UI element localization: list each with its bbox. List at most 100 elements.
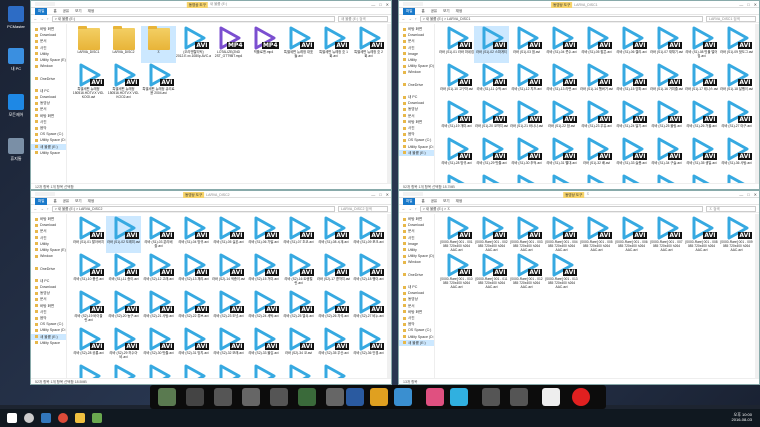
file-item[interactable]: AVI 라바 (S2)-35 우산.avi [316,327,351,364]
file-item[interactable]: AVI 라바 (S1)-26 거울.avi [684,100,719,137]
file-item[interactable]: AVI 라바 (S2)-13 체리.avi [176,253,211,290]
file-item[interactable]: AVI 라바 (S1)-21 바나나.avi [509,100,544,137]
dock-app-c-icon[interactable] [242,388,260,406]
file-item[interactable]: AVI 라바 (S1)-10 풍선.avi [71,253,106,290]
file-item[interactable]: AVI 라바 (S1)-28 방귀.avi [439,137,474,174]
file-item[interactable]: LARVA_DISC2 [106,26,141,63]
file-item[interactable]: AVI 라바 (S1)-03 분리배출.avi [141,216,176,253]
file-item[interactable]: AVI라바 (S1)-45 물.avi [719,174,754,183]
quick-access-toolbar[interactable] [35,2,55,6]
file-item[interactable]: AVI 라바 (S1)-06 가발.avi [246,216,281,253]
file-item[interactable]: AVI 라바 (S1)-29 밧줄.avi [474,137,509,174]
menu-item-0[interactable]: 파일 [403,7,416,15]
address-input[interactable]: > 새 볼륨 (E:) > LARVA_DISC1 [419,15,703,22]
file-item[interactable]: AVI라바 (S1)-42 칫솔.avi [614,174,649,183]
menu-item-0[interactable]: 파일 [35,197,48,205]
quick-access-toolbar[interactable] [35,192,55,196]
file-item[interactable]: AVI 라바 (S1)-07 초코.avi [281,216,316,253]
menu-item-4[interactable]: 재생 [456,199,462,204]
dock-app-f-icon[interactable] [326,388,344,406]
taskbar-edge-icon[interactable] [41,413,51,423]
nav-item[interactable]: Utility Space (D:) [31,137,66,143]
file-item[interactable]: AVI 라바 (S1)-18 달팽이.avi [719,63,754,100]
nav-item[interactable]: Utility Space [31,150,66,156]
file-item[interactable]: AVI [0000-Rare] 001 - 010 085 720x400 h26… [439,253,474,290]
dock-app-h-icon[interactable] [510,388,528,406]
menu-item-2[interactable]: 공유 [63,9,69,14]
taskbar-clock[interactable]: 오후 10:00 2016-08-03 [732,412,752,422]
dock-app-b-icon[interactable] [214,388,232,406]
search-input[interactable]: ㅈ 검색 [706,205,756,212]
menu-item-4[interactable]: 재생 [88,9,94,14]
desktop-icon[interactable]: 모든제어 [3,94,29,118]
file-item[interactable]: AVI 라바 (S1)-16 거미줄.avi [649,63,684,100]
file-item[interactable]: AVI 라바 (S1)-01 라바 마네킹 [439,26,474,63]
file-item[interactable]: AVI 라바 (S1)-23 우유.avi [579,100,614,137]
file-item[interactable]: AVI 라바 (S1)-30 추억.avi [509,137,544,174]
back-button[interactable]: ← [402,17,406,21]
file-item[interactable]: AVI 라바 (S1)-27 야구.avi [719,100,754,137]
vertical-scrollbar[interactable] [755,24,759,183]
file-item[interactable]: AVI 라바 (S1)-03 껌.avi [509,26,544,63]
taskbar-app-icon[interactable] [92,413,102,423]
taskbar-explorer-icon[interactable] [75,413,85,423]
file-item[interactable]: AVI 라바 (S1)-31 빨대.avi [544,137,579,174]
address-input[interactable]: > 새 볼륨 (E:) > LARVA_DISC2 [51,205,335,212]
file-item[interactable]: AVI 특별세편 뉴레정 큐리로 윤 2004.avi [141,63,176,100]
file-item[interactable]: AVI [0000-Rare] 001 - 006 085 720x400 h26… [614,216,649,253]
minimize-button[interactable]: — [371,192,375,197]
file-item[interactable]: AVI 라바 (S1)-08 시계.avi [316,216,351,253]
file-item[interactable]: AVI 라바 (S1)-02 스파게티 [474,26,509,63]
file-item[interactable]: AVI라바 (S2)-42 붓.avi [246,364,281,378]
minimize-button[interactable]: — [371,2,375,7]
maximize-button[interactable]: □ [379,2,381,7]
menu-item-0[interactable]: 파일 [35,7,48,15]
back-button[interactable]: ← [34,207,38,211]
file-item[interactable]: AVI 라바 (S1)-12 치즈.avi [509,63,544,100]
file-item[interactable]: AVI라바 (S1)-41 깡통.avi [579,174,614,183]
dock-app-g-icon[interactable] [482,388,500,406]
nav-item[interactable]: 새 볼륨 (E:) [399,149,434,156]
file-item[interactable]: AVI 라바 (S1)-13 라면.avi [544,63,579,100]
file-item[interactable]: AVI 라바 (S2)-16 트램펄린.avi [281,253,316,290]
taskbar-start-icon[interactable] [7,413,17,423]
taskbar-chrome-icon[interactable] [58,413,68,423]
file-item[interactable]: AVI 라바 (S1)-24 딸기.avi [614,100,649,137]
file-item[interactable]: AVI [0000-Rare] 001 - 007 085 720x400 h26… [649,216,684,253]
file-item[interactable]: ㅈ [141,26,176,63]
file-item[interactable]: AVI 라바 (S2)-25 열쇠.avi [281,290,316,327]
file-item[interactable]: AVI라바 (S2)-44 별.avi [316,364,351,378]
file-item[interactable]: AVI 라바 (S2)-14 색종이.avi [211,253,246,290]
file-item[interactable]: AVI 라바 (S1)-35 생일.avi [684,137,719,174]
file-item[interactable]: AVI라바 (S1)-37 쥐.avi [439,174,474,183]
menu-item-1[interactable]: 홈 [53,9,56,14]
file-item[interactable]: AVI 라바 (S1)-06 젤리.avi [614,26,649,63]
file-item[interactable]: AVI [0000-Rare] 001 - 012 085 720x400 h26… [509,253,544,290]
close-button[interactable]: ✕ [386,2,389,7]
back-button[interactable]: ← [402,207,406,211]
file-item[interactable]: AVI라바 (S1)-40 꿀.avi [544,174,579,183]
menu-item-1[interactable]: 홈 [421,9,424,14]
up-button[interactable]: ↑ [47,17,49,21]
back-button[interactable]: ← [34,17,38,21]
file-item[interactable]: AVI [0000-Rare] 001 - 001 085 720x400 h26… [439,216,474,253]
file-item[interactable]: AVI 특별세편 뉴레정 호 1회.avi [316,26,351,63]
file-item[interactable]: AVI 라바 (S2)-33 물감.avi [246,327,281,364]
tab-video-tools[interactable]: 동영상 도구 [186,1,208,8]
menu-item-1[interactable]: 홈 [421,199,424,204]
search-input[interactable]: LARVA_DISC2 검색 [338,205,388,212]
file-item[interactable]: AVI [0000-Rare] 001 - 005 085 720x400 h26… [579,216,614,253]
nav-item[interactable]: Utility Space (D:) [399,334,434,340]
file-item[interactable]: AVI라바 (S1)-39 풍선.avi [509,174,544,183]
file-item[interactable]: AVI 라바 (S1)-01 할아버지 [71,216,106,253]
nav-item[interactable]: OS Space (C:) [399,137,434,143]
menu-item-3[interactable]: 보기 [75,199,81,204]
search-input[interactable]: 새 볼륨 (E:) 검색 [338,15,388,22]
file-item[interactable]: AVI 라바 (S1)-10 고구마.avi [439,63,474,100]
file-item[interactable]: AVI 라바 (S1)-22 잠.avi [544,100,579,137]
file-item[interactable]: AVI 라바 (S2)-17 콩깍지.avi [316,253,351,290]
dock-pinwheel-1-icon[interactable] [426,388,444,406]
up-button[interactable]: ↑ [47,207,49,211]
file-item[interactable]: AVI라바 (S2)-43 콩.avi [281,364,316,378]
file-item[interactable]: AVI 라바 (S2)-20 농구.avi [106,290,141,327]
